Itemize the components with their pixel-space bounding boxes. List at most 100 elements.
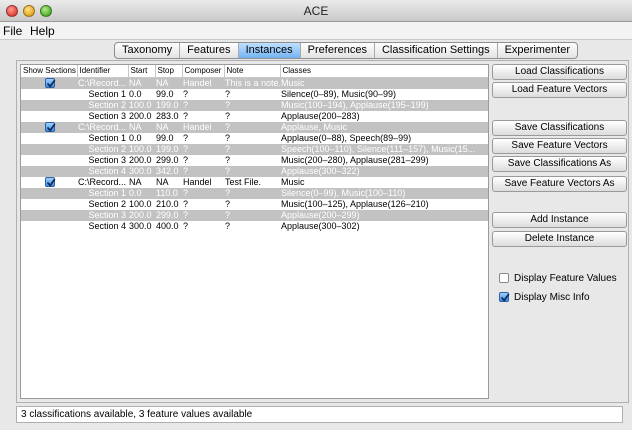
column-header-start[interactable]: Start [128,65,156,78]
status-bar: 3 classifications available, 3 feature v… [16,406,623,423]
show-sections-cell [21,199,77,210]
stop-cell: NA [155,121,182,133]
section-label-cell: Section 1 [88,132,126,143]
display-feature-values-checkbox[interactable] [499,273,509,283]
note-cell: ? [224,209,280,221]
instance-row[interactable]: C:\Record... NA NA Handel This is a note. Mus… [21,77,488,89]
show-sections-cell [21,99,77,111]
note-cell: ? [225,198,231,209]
start-cell: 300.0 [128,165,155,177]
section-row[interactable]: Section 2 100.0 199.0?? Music(100–194), App… [21,99,488,111]
section-row[interactable]: Section 4 300.0 342.0?? Applause(300–322) [21,165,488,177]
instances-table-scroll[interactable]: Show Sections Identifier Start Stop Comp… [20,64,489,399]
stop-cell: 342.0 [155,165,182,177]
composer-cell: Handel [182,77,224,89]
classes-cell: Music(100–194), Applause(195–199) [280,99,488,111]
instance-row[interactable]: C:\Record... NA NA Handel Test File. Music [21,176,488,188]
composer-cell: ? [182,165,224,177]
show-sections-checkbox[interactable] [44,177,55,188]
note-cell: ? [224,165,280,177]
section-row[interactable]: Section 3 200.0 283.0?? Applause(200–283) [21,110,488,122]
tab-taxonomy[interactable]: Taxonomy [115,43,181,58]
display-misc-info-option[interactable]: Display Misc Info [499,290,590,304]
save-feature-vectors-as-button[interactable]: Save Feature Vectors As [492,176,627,192]
note-cell: ? [225,132,231,143]
instances-panel: Show Sections Identifier Start Stop Comp… [16,60,629,403]
column-header-composer[interactable]: Composer [182,65,225,78]
start-cell: 200.0 [128,209,155,221]
start-cell: 200.0 [129,110,152,121]
composer-cell: ? [182,99,224,111]
show-sections-cell[interactable] [21,177,77,188]
stop-cell: 299.0 [156,154,179,165]
start-cell: NA [129,176,142,187]
show-sections-checkbox[interactable] [44,122,55,133]
show-sections-cell [21,165,77,177]
column-header-stop[interactable]: Stop [155,65,183,78]
section-label-cell: Section 4 [77,165,128,177]
classes-cell: Applause(0–88), Speech(89–99) [281,132,412,143]
identifier-cell: C:\Record... [77,121,128,133]
section-row[interactable]: Section 4 300.0 400.0?? Applause(300–302) [21,220,488,232]
start-cell: 300.0 [129,220,152,231]
display-feature-values-option[interactable]: Display Feature Values [499,271,617,285]
note-cell: ? [224,99,280,111]
save-classifications-button[interactable]: Save Classifications [492,120,627,136]
column-header-classes[interactable]: Classes [280,65,488,78]
note-cell: ? [224,121,280,133]
table-header: Show Sections Identifier Start Stop Comp… [21,65,488,78]
section-label-cell: Section 3 [88,154,126,165]
delete-instance-button[interactable]: Delete Instance [492,231,627,247]
add-instance-button[interactable]: Add Instance [492,212,627,228]
tab-features[interactable]: Features [180,43,239,58]
composer-cell: ? [183,198,189,209]
save-classifications-as-button[interactable]: Save Classifications As [492,156,627,172]
show-sections-cell [21,155,77,166]
column-header-show-sections[interactable]: Show Sections [21,65,78,78]
identifier-cell: C:\Record... [78,176,127,187]
classes-cell: Applause(300–322) [280,165,488,177]
classes-cell: Music [280,77,488,89]
column-header-identifier[interactable]: Identifier [77,65,129,78]
tab-experimenter[interactable]: Experimenter [498,43,577,58]
composer-cell: ? [182,143,224,155]
instance-row[interactable]: C:\Record... NA NA Handel? Applause, Music [21,121,488,133]
section-row[interactable]: Section 1 0.0 110.0?? Silence(0–99), Music(… [21,187,488,199]
show-sections-cell [21,221,77,232]
section-row[interactable]: Section 1 0.0 99.0?? Silence(0–89), Music(9… [21,88,488,100]
tab-classification-settings[interactable]: Classification Settings [375,43,498,58]
section-row[interactable]: Section 3 200.0 299.0?? Applause(200–299) [21,209,488,221]
composer-cell: ? [182,209,224,221]
section-label-cell: Section 1 [77,187,128,199]
window-title: ACE [303,4,329,18]
note-cell: ? [224,187,280,199]
show-sections-checkbox[interactable] [44,78,55,89]
note-cell: ? [225,220,231,231]
section-row[interactable]: Section 2 100.0 210.0?? Music(100–125), App… [21,198,488,210]
stop-cell: 99.0 [156,88,174,99]
menu-file[interactable]: File [3,24,22,38]
stop-cell: 99.0 [156,132,174,143]
classes-cell: Silence(0–99), Music(100–110) [280,187,488,199]
menu-help[interactable]: Help [30,24,55,38]
section-row[interactable]: Section 1 0.0 99.0?? Applause(0–88), Speech… [21,132,488,144]
load-classifications-button[interactable]: Load Classifications [492,64,627,80]
section-row[interactable]: Section 3 200.0 299.0?? Music(200–280), App… [21,154,488,166]
start-cell: 100.0 [128,99,155,111]
show-sections-cell[interactable] [21,77,77,89]
display-misc-info-label: Display Misc Info [514,291,590,303]
stop-cell: 210.0 [156,198,179,209]
classes-cell: Applause, Music [280,121,488,133]
section-row[interactable]: Section 2 100.0 199.0?? Speech(100–110), Si… [21,143,488,155]
composer-cell: Handel [183,176,212,187]
tab-preferences[interactable]: Preferences [301,43,375,58]
show-sections-cell [21,209,77,221]
save-feature-vectors-button[interactable]: Save Feature Vectors [492,138,627,154]
tab-instances[interactable]: Instances [238,43,301,58]
start-cell: 0.0 [128,187,155,199]
column-header-note[interactable]: Note [224,65,281,78]
load-feature-vectors-button[interactable]: Load Feature Vectors [492,82,627,98]
classes-cell: Applause(200–283) [281,110,360,121]
display-misc-info-checkbox[interactable] [499,292,510,302]
show-sections-cell[interactable] [21,121,77,133]
